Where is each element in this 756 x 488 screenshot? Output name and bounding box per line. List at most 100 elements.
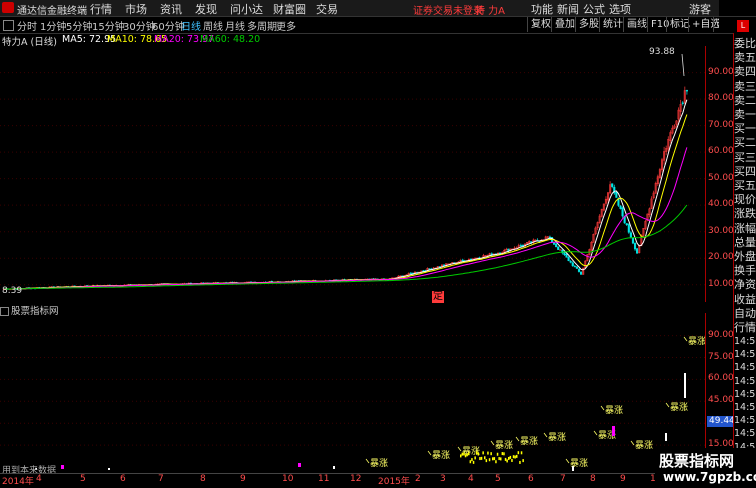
menu-item-xinwen[interactable]: 新闻 (557, 1, 579, 17)
quote-field-label: 换手 (734, 264, 756, 278)
min-price-label: 8.39 (2, 286, 23, 296)
fuquan-button[interactable]: 复权 (527, 17, 554, 32)
signal-bar (572, 466, 574, 471)
tab-15min[interactable]: 15分钟 (92, 18, 125, 33)
login-warning[interactable]: 证券交易未登录 (413, 2, 483, 17)
user-label[interactable]: 游客 (689, 1, 711, 17)
tick-time: 14:56 (734, 415, 756, 427)
signal-bar (498, 457, 500, 461)
signal-bar (612, 426, 615, 436)
quote-field-label: 收益 (734, 292, 756, 306)
signal-bar (511, 458, 513, 462)
signal-bar (487, 451, 489, 455)
diejia-button[interactable]: 叠加 (551, 17, 578, 32)
menu-item-wenxiaoda[interactable]: 问小达 (230, 1, 263, 17)
tab-30min[interactable]: 30分钟 (123, 18, 156, 33)
quote-field-label: 卖四 (734, 65, 756, 79)
max-price-label: 93.88 (649, 47, 675, 57)
huaxian-button[interactable]: 画线 (623, 17, 650, 32)
stock-name-top: 特 力A (475, 6, 506, 17)
panel-toggle-icon[interactable] (3, 20, 14, 31)
candle-body (627, 224, 630, 233)
menu-item-jiaoyi[interactable]: 交易 (316, 1, 338, 17)
menu-item-zixun[interactable]: 资讯 (160, 1, 182, 17)
date-axis-label: 6 (120, 474, 126, 484)
signal-bar (482, 451, 484, 455)
tick-list: 自动行情14:5514:5514:5614:5614:5614:5614:561… (734, 307, 756, 467)
app-title: 通达信金融终端 (17, 6, 87, 17)
menu-item-caifuquan[interactable]: 财富圈 (273, 1, 306, 17)
candle-body (548, 236, 551, 239)
quote-list: 委比 卖五 卖四 卖三 卖二 卖一 买一 买二 买三 买四 买五 现价 涨跌 涨幅 总量 外盘 换手 净资 收益 (734, 37, 756, 307)
price-axis-label: 70.00 (708, 119, 734, 130)
tongji-button[interactable]: 统计 (599, 17, 626, 32)
date-axis-label: 4 (468, 474, 474, 484)
menu-bar: 通达信金融终端 行情 市场 资讯 发现 问小达 财富圈 交易 证券交易未登录 特… (0, 0, 756, 17)
candle-body (636, 248, 639, 254)
signal-tick (490, 440, 495, 446)
candle-body (563, 252, 566, 256)
tab-weekly[interactable]: 周线 (203, 18, 223, 33)
tab-60min[interactable]: 60分钟 (152, 18, 185, 33)
candle-body (519, 245, 522, 247)
candle-body (631, 237, 635, 244)
date-axis-label: 2015年 (378, 477, 410, 487)
tab-5min[interactable]: 5分钟 (66, 18, 92, 33)
sub-axis-label: 45.00 (708, 395, 734, 406)
tick-time: 14:56 (734, 362, 756, 374)
ma5-line (3, 99, 688, 290)
quote-field-label: 涨跌 (734, 207, 756, 221)
candle-body (409, 272, 412, 275)
quote-field-label: 买三 (734, 150, 756, 164)
date-axis-label: 7 (158, 474, 164, 484)
tab-more[interactable]: 更多 (276, 18, 296, 33)
menu-item-faxian[interactable]: 发现 (195, 1, 217, 17)
quote-field-label: 买二 (734, 136, 756, 150)
candle-body (555, 243, 558, 248)
quote-field-label: 买四 (734, 164, 756, 178)
tick-time: 14:56 (734, 375, 756, 387)
signal-bar (468, 452, 470, 456)
menu-item-xuanxiang[interactable]: 选项 (609, 1, 631, 17)
app-logo-icon (2, 2, 14, 13)
price-axis-label: 30.00 (708, 225, 734, 236)
quote-field-label: 卖三 (734, 79, 756, 93)
date-axis-label: 2 (415, 474, 421, 484)
signal-bar (490, 452, 492, 456)
duogu-button[interactable]: 多股 (575, 17, 602, 32)
tab-monthly[interactable]: 月线 (225, 18, 245, 33)
signal-bar (61, 465, 64, 469)
signal-bar (665, 433, 667, 441)
menu-item-shichang[interactable]: 市场 (125, 1, 147, 17)
signal-bar (333, 466, 335, 469)
tab-multi-period[interactable]: 多周期 (247, 18, 277, 33)
sub-indicator-chart[interactable]: 暴涨暴涨 暴涨暴涨 暴涨 暴涨暴涨暴涨暴涨暴涨暴涨暴涨 (0, 313, 705, 473)
tick-time: 14:56 (734, 388, 756, 400)
quote-header (719, 0, 756, 33)
watermark-line1: 股票指标网 (659, 452, 735, 470)
signal-tick (593, 430, 598, 436)
signal-bar (464, 454, 467, 458)
tab-daily[interactable]: 日线 (181, 18, 201, 33)
menu-item-gongshi[interactable]: 公式 (583, 1, 605, 17)
signal-tick (683, 336, 688, 342)
signal-label: 暴涨 (432, 450, 450, 461)
date-axis-label: 8 (590, 474, 596, 484)
date-axis-label: 2014年 (2, 477, 34, 487)
signal-tick (457, 446, 462, 452)
signal-label: 暴涨 (520, 436, 538, 447)
signal-bar (469, 460, 472, 464)
ma60-line (3, 204, 688, 290)
candle-body (615, 191, 618, 198)
tab-fenshi[interactable]: 分时 (17, 18, 37, 33)
candlestick-chart[interactable] (0, 46, 705, 302)
signal-bar (488, 458, 491, 462)
menu-item-hangqing[interactable]: 行情 (90, 1, 112, 17)
candle-body (569, 260, 572, 263)
date-axis-label: 5 (495, 474, 501, 484)
tick-time: 自动 (734, 307, 756, 320)
tab-1min[interactable]: 1分钟 (40, 18, 66, 33)
marker-ding: 定 (432, 291, 444, 303)
menu-item-gongneng[interactable]: 功能 (531, 1, 553, 17)
signal-bar (485, 459, 488, 463)
